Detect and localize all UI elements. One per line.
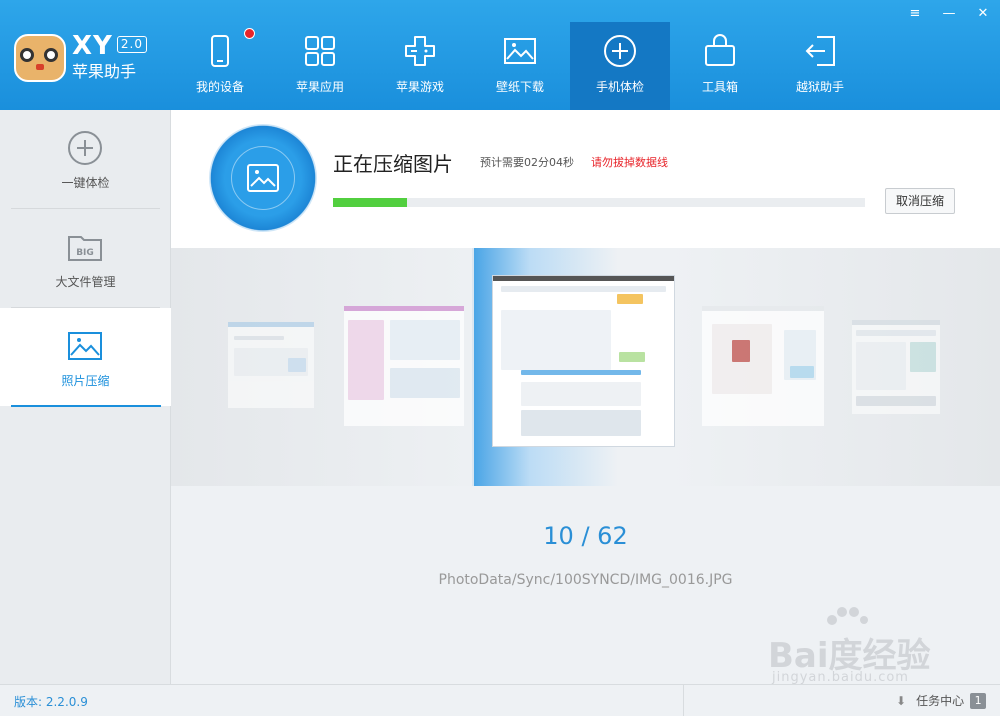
- photo-counter: 10 / 62: [171, 522, 1000, 550]
- file-path: PhotoData/Sync/100SYNCD/IMG_0016.JPG: [438, 572, 733, 588]
- eta-text: 预计需要02分04秒: [480, 156, 574, 169]
- photo-thumbnail[interactable]: [228, 322, 314, 408]
- nav-label: 我的设备: [195, 80, 244, 94]
- notification-dot: [244, 28, 255, 39]
- nav-label: 苹果游戏: [395, 80, 444, 94]
- baidu-watermark: Bai度经验 jingyan.baidu.com: [768, 606, 998, 686]
- counter-separator: /: [573, 522, 598, 550]
- task-center-label: 任务中心: [916, 694, 965, 708]
- progress-bar: [333, 198, 865, 207]
- sidebar-item-label: 一键体检: [61, 176, 110, 190]
- sidebar-item-label: 大文件管理: [55, 275, 116, 289]
- nav-apple-apps[interactable]: 苹果应用: [270, 22, 370, 110]
- photo-gallery: [171, 248, 1000, 486]
- sidebar: 一键体检 BIG 大文件管理 照片压缩: [0, 110, 171, 684]
- gamepad-icon: [405, 36, 435, 66]
- nav-label: 手机体检: [595, 80, 644, 94]
- app-name-cn: 苹果助手: [72, 62, 137, 81]
- big-folder-icon: BIG: [68, 236, 102, 261]
- photo-thumbnail[interactable]: [852, 320, 940, 414]
- app-brand: XY 2.0 苹果助手: [72, 32, 147, 82]
- warning-text: 请勿拔掉数据线: [591, 156, 668, 169]
- watermark-sub: jingyan.baidu.com: [772, 670, 909, 685]
- photo-thumbnail[interactable]: [344, 306, 464, 426]
- version-label: 版本: 2.2.0.9: [14, 695, 88, 709]
- current-index: 10: [543, 522, 574, 550]
- plus-circle-icon: [604, 35, 636, 67]
- task-count-badge: 1: [970, 692, 987, 709]
- nav-my-device[interactable]: 我的设备: [170, 22, 270, 110]
- image-icon: [504, 38, 536, 64]
- photo-icon: [68, 332, 102, 360]
- menu-icon[interactable]: ≡: [898, 4, 932, 24]
- divider: [683, 685, 684, 716]
- toolbox-icon: [705, 34, 735, 66]
- big-label: BIG: [76, 248, 94, 258]
- apps-grid-icon: [305, 36, 335, 66]
- app-name-latin: XY: [72, 31, 113, 61]
- minimize-icon[interactable]: —: [932, 4, 966, 24]
- nav-wallpaper-download[interactable]: 壁纸下载: [470, 22, 570, 110]
- progress-fill: [333, 198, 408, 207]
- download-arrow-icon: ⬇: [896, 693, 907, 708]
- nav-label: 苹果应用: [295, 80, 344, 94]
- active-indicator: [11, 405, 161, 407]
- photo-icon: [247, 164, 279, 192]
- main-nav: 我的设备 苹果应用 苹果游戏 壁纸下载 手机体检 工具箱 越狱助手: [170, 22, 870, 110]
- total-count: 62: [597, 522, 628, 550]
- owl-logo-icon: [14, 28, 66, 84]
- status-bar: 版本: 2.2.0.9 ⬇ 任务中心 1: [0, 684, 1000, 716]
- task-center-button[interactable]: ⬇ 任务中心 1: [896, 692, 987, 709]
- compress-panel: 正在压缩图片 预计需要02分04秒 请勿拔掉数据线 取消压缩: [171, 110, 1000, 248]
- nav-label: 工具箱: [701, 80, 738, 94]
- sidebar-item-one-click-check[interactable]: 一键体检: [11, 110, 160, 208]
- nav-apple-games[interactable]: 苹果游戏: [370, 22, 470, 110]
- sidebar-item-photo-compress[interactable]: 照片压缩: [0, 308, 171, 406]
- current-photo-thumbnail[interactable]: [493, 276, 674, 446]
- close-icon[interactable]: ✕: [966, 4, 1000, 24]
- exit-arrow-icon: [805, 36, 835, 66]
- nav-toolbox[interactable]: 工具箱: [670, 22, 770, 110]
- photo-thumbnail[interactable]: [702, 306, 824, 426]
- compress-status-icon: [209, 124, 317, 232]
- nav-phone-checkup[interactable]: 手机体检: [570, 22, 670, 110]
- main-content: 正在压缩图片 预计需要02分04秒 请勿拔掉数据线 取消压缩 10 / 62 P…: [171, 110, 1000, 684]
- version-badge: 2.0: [116, 36, 147, 53]
- nav-label: 越狱助手: [795, 80, 844, 94]
- nav-label: 壁纸下载: [495, 80, 544, 94]
- phone-icon: [211, 35, 229, 67]
- cancel-compress-button[interactable]: 取消压缩: [885, 188, 955, 214]
- sidebar-item-label: 照片压缩: [61, 374, 110, 388]
- compress-title: 正在压缩图片: [333, 152, 453, 176]
- top-bar: XY2.0 苹果助手 我的设备 苹果应用 苹果游戏 壁纸下载 手机体检 工具箱: [0, 0, 1000, 110]
- plus-circle-icon: [68, 131, 102, 165]
- window-controls: ≡ — ✕: [898, 4, 1000, 24]
- sidebar-item-large-files[interactable]: BIG 大文件管理: [11, 209, 160, 307]
- nav-jailbreak-helper[interactable]: 越狱助手: [770, 22, 870, 110]
